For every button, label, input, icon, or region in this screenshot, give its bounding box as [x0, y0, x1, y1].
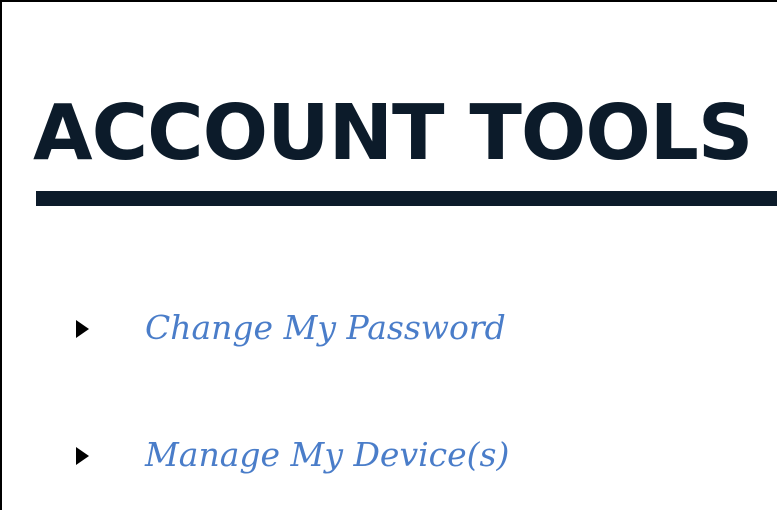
- triangle-right-icon: [76, 320, 89, 338]
- triangle-right-icon: [76, 447, 89, 465]
- page-title: ACCOUNT TOOLS: [33, 89, 753, 178]
- manage-devices-link[interactable]: Manage My Device(s): [145, 433, 509, 477]
- account-tools-panel: ACCOUNT TOOLS Change My Password Manage …: [0, 0, 777, 510]
- change-password-link[interactable]: Change My Password: [145, 306, 506, 350]
- list-item-change-password: Change My Password: [2, 306, 602, 350]
- title-underline-divider: [36, 191, 777, 206]
- list-item-manage-devices: Manage My Device(s): [2, 433, 602, 477]
